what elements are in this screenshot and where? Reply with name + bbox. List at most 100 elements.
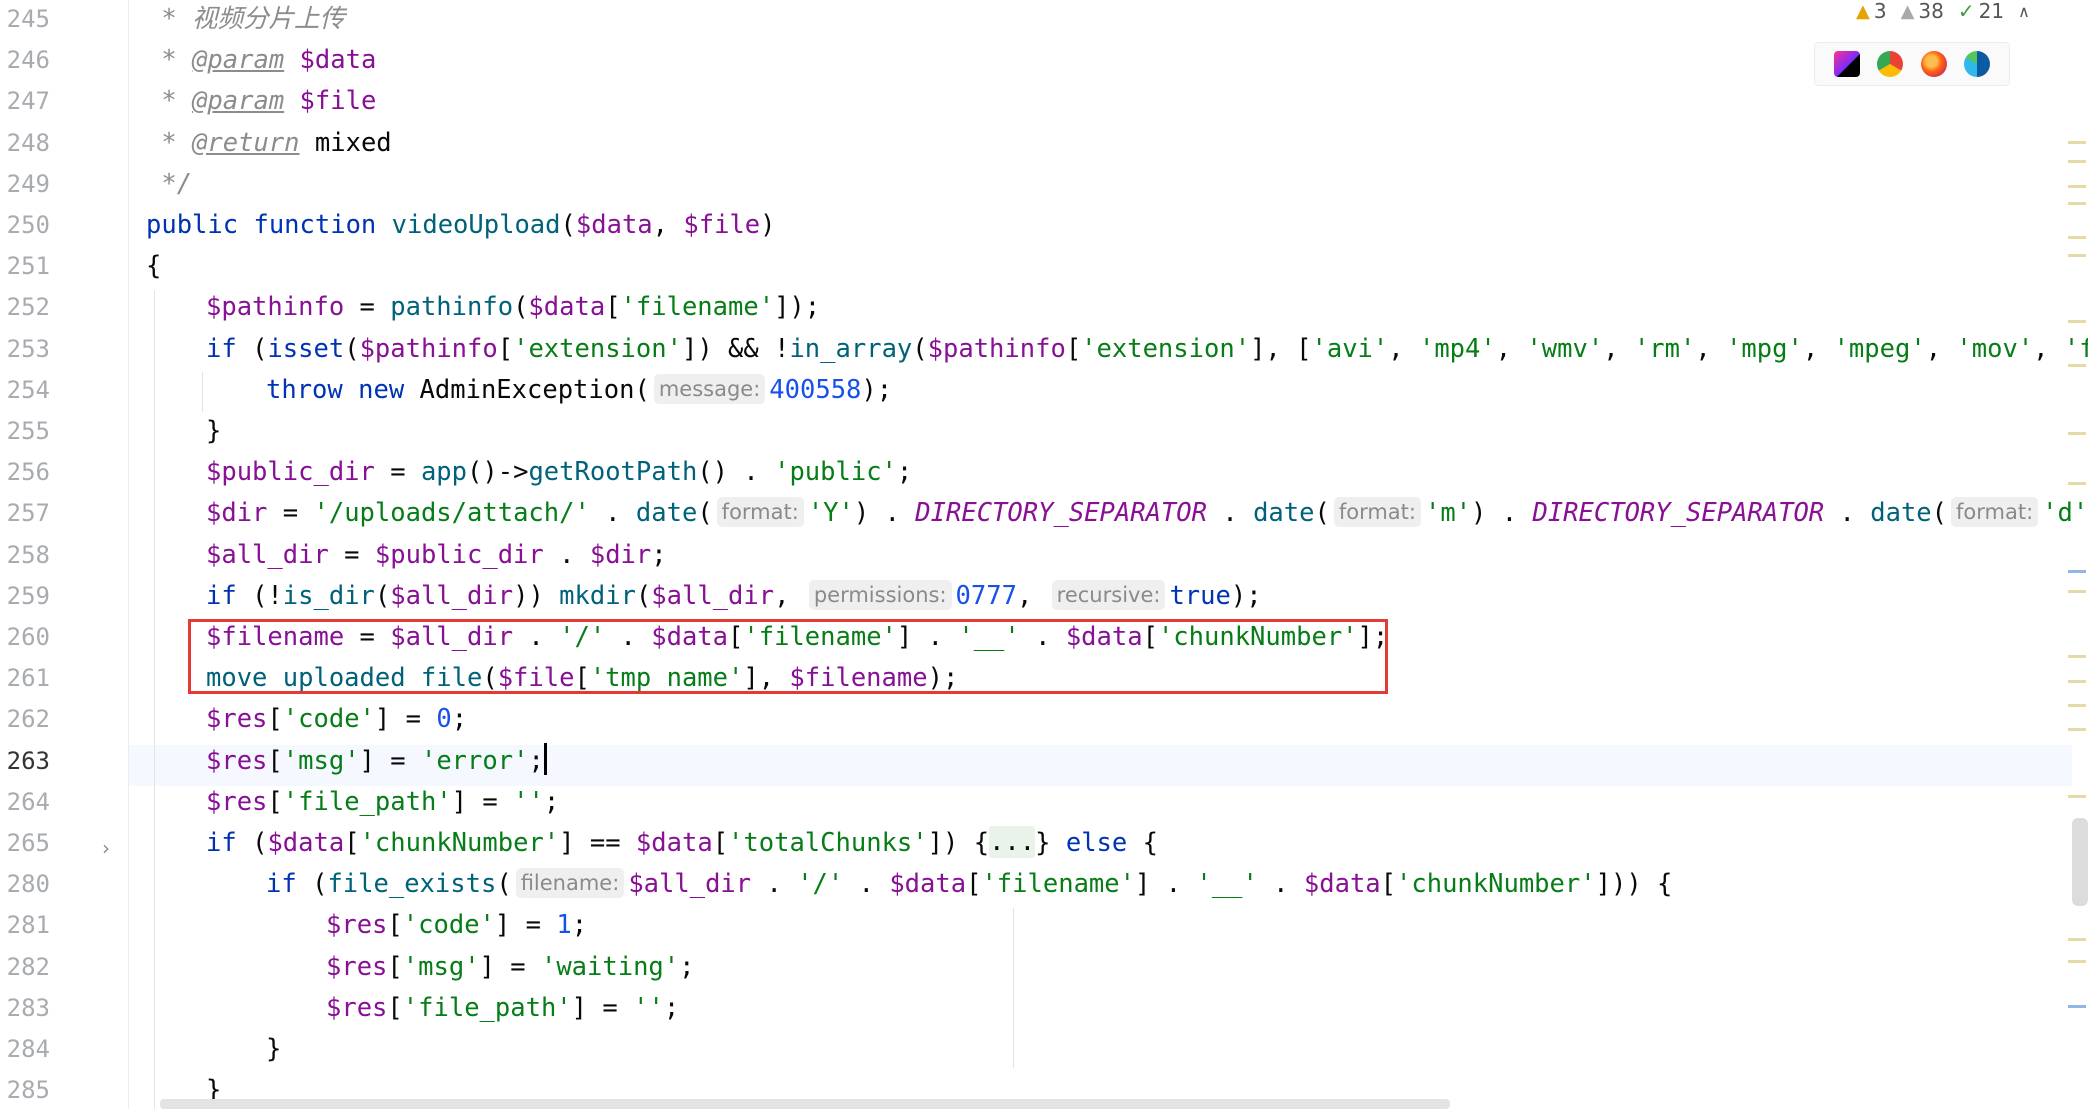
code-token: $pathinfo [206, 292, 345, 323]
code-token: ] = [494, 910, 557, 941]
phpstorm-icon[interactable] [1833, 51, 1860, 77]
ok-indicator[interactable]: ✓ 21 [1958, 0, 2004, 23]
line-number[interactable]: 260 [0, 617, 50, 658]
line-number[interactable]: 261 [0, 658, 50, 699]
error-stripe-mark[interactable] [2068, 432, 2086, 435]
line-number[interactable]: 265 [0, 823, 50, 864]
error-stripe-mark[interactable] [2068, 938, 2086, 941]
error-stripe[interactable] [2066, 0, 2088, 1109]
code-token: , [1925, 333, 1957, 364]
code-line[interactable]: public function videoUpload($data, $file… [146, 205, 776, 246]
code-line[interactable]: $res['file_path'] = ''; [206, 782, 559, 823]
line-number[interactable]: 252 [0, 287, 50, 328]
line-number[interactable]: 285 [0, 1070, 50, 1111]
line-number[interactable]: 248 [0, 123, 50, 164]
line-number[interactable]: 249 [0, 164, 50, 205]
code-line[interactable]: $pathinfo = pathinfo($data['filename']); [206, 287, 820, 328]
line-number[interactable]: 258 [0, 535, 50, 576]
code-line[interactable]: $res['msg'] = 'error'; [206, 741, 547, 782]
line-number[interactable]: 255 [0, 411, 50, 452]
code-line[interactable]: { [146, 246, 161, 287]
code-line[interactable]: if ($data['chunkNumber'] == $data['total… [206, 823, 1158, 864]
horizontal-scrollbar-thumb[interactable] [160, 1099, 1450, 1109]
code-token: $file [683, 210, 761, 240]
code-line[interactable]: if (isset($pathinfo['extension']) && !in… [206, 329, 2088, 370]
code-token: , [1495, 333, 1527, 364]
line-number[interactable]: 250 [0, 205, 50, 246]
error-stripe-mark[interactable] [2068, 202, 2086, 205]
line-number[interactable]: 246 [0, 40, 50, 81]
error-stripe-mark[interactable] [2068, 185, 2086, 188]
code-line[interactable]: $res['file_path'] = ''; [326, 988, 679, 1029]
error-stripe-mark[interactable] [2068, 570, 2086, 573]
error-stripe-mark[interactable] [2068, 728, 2086, 731]
line-number[interactable]: 282 [0, 947, 50, 988]
error-stripe-mark[interactable] [2068, 795, 2086, 798]
line-number[interactable]: 256 [0, 452, 50, 493]
warnings-indicator[interactable]: ▲ 38 [1901, 0, 1944, 23]
error-stripe-mark[interactable] [2068, 680, 2086, 683]
code-token: $all_dir [206, 539, 329, 570]
vertical-scrollbar-thumb[interactable] [2072, 818, 2088, 906]
line-number[interactable]: 262 [0, 699, 50, 740]
code-line[interactable]: * @param $file [146, 81, 376, 122]
code-line[interactable]: $res['msg'] = 'waiting'; [326, 947, 695, 988]
code-line[interactable]: $dir = '/uploads/attach/' . date(format:… [206, 493, 2088, 534]
error-stripe-mark[interactable] [2068, 590, 2086, 593]
code-token: 'mov' [1956, 333, 2034, 364]
line-number[interactable]: 283 [0, 988, 50, 1029]
line-number[interactable]: 245 [0, 0, 50, 40]
line-number[interactable]: 281 [0, 905, 50, 946]
firefox-icon[interactable] [1920, 51, 1947, 77]
code-line[interactable]: * 视频分片上传 [146, 0, 345, 40]
line-number[interactable]: 254 [0, 370, 50, 411]
line-number-gutter[interactable]: 245 246 247 248 249 250 251 252 253 254 255 256 257 2… [0, 0, 128, 1109]
error-stripe-mark[interactable] [2068, 655, 2086, 658]
error-stripe-mark[interactable] [2068, 1005, 2086, 1008]
line-number[interactable]: 263 [0, 741, 50, 782]
code-line[interactable]: $res['code'] = 0; [206, 699, 467, 740]
code-line[interactable]: * @return mixed [146, 123, 391, 164]
line-number[interactable]: 284 [0, 1029, 50, 1070]
code-line[interactable]: * @param $data [146, 40, 376, 81]
error-stripe-mark[interactable] [2068, 236, 2086, 239]
highlight-box [188, 619, 1388, 694]
chevron-up-icon[interactable]: ∧ [2018, 2, 2030, 21]
code-line[interactable]: } [266, 1029, 281, 1070]
edge-icon[interactable] [1964, 51, 1991, 77]
code-line[interactable]: $public_dir = app()->getRootPath() . 'pu… [206, 452, 912, 493]
fold-expand-icon[interactable]: › [102, 837, 110, 859]
code-line[interactable]: $all_dir = $public_dir . $dir; [206, 535, 667, 576]
error-stripe-mark[interactable] [2068, 160, 2086, 163]
chrome-icon[interactable] [1877, 51, 1904, 77]
code-token: , [774, 580, 805, 611]
line-number[interactable]: 251 [0, 246, 50, 287]
code-token: getRootPath [528, 457, 698, 488]
line-number[interactable]: 253 [0, 329, 50, 370]
error-stripe-mark[interactable] [2068, 364, 2086, 367]
line-number[interactable]: 264 [0, 782, 50, 823]
inspection-widget[interactable]: ▲ 3 ▲ 38 ✓ 21 ∧ [1856, 0, 2030, 23]
error-stripe-mark[interactable] [2068, 704, 2086, 707]
errors-indicator[interactable]: ▲ 3 [1856, 0, 1887, 23]
code-line[interactable]: $res['code'] = 1; [326, 905, 587, 946]
code-line[interactable]: throw new AdminException(message: 400558)… [266, 370, 892, 411]
code-token: ( [236, 333, 268, 364]
code-line[interactable]: } [206, 411, 221, 452]
code-token: ]) && ! [681, 333, 790, 364]
code-line[interactable]: */ [146, 164, 192, 205]
line-number[interactable]: 257 [0, 493, 50, 534]
code-token: * [146, 127, 193, 158]
code-line[interactable]: if (file_exists(filename: $all_dir . '/' … [266, 864, 1672, 905]
line-number[interactable]: 259 [0, 576, 50, 617]
error-stripe-mark[interactable] [2068, 960, 2086, 963]
code-token: [ [387, 992, 403, 1023]
error-stripe-mark[interactable] [2068, 482, 2086, 485]
error-stripe-mark[interactable] [2068, 254, 2086, 257]
error-stripe-mark[interactable] [2068, 141, 2086, 144]
line-number[interactable]: 247 [0, 81, 50, 122]
folded-region[interactable]: ... [989, 826, 1036, 858]
error-stripe-mark[interactable] [2068, 320, 2086, 323]
code-line[interactable]: if (!is_dir($all_dir)) mkdir($all_dir, p… [206, 576, 1262, 617]
line-number[interactable]: 280 [0, 864, 50, 905]
